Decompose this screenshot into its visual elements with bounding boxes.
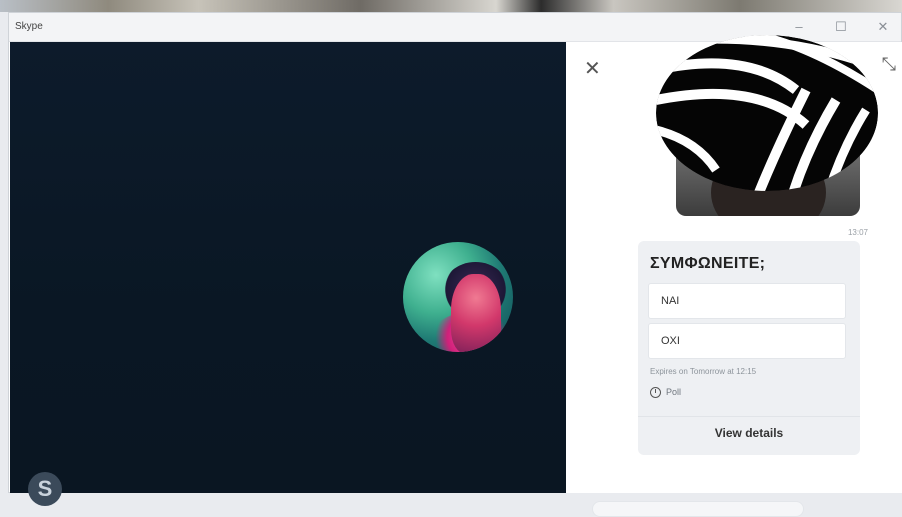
poll-divider — [638, 416, 860, 417]
poll-question: ΣΥΜΦΩΝΕΙΤΕ; — [650, 255, 766, 272]
caller-avatar — [403, 242, 513, 352]
poll-card: ΣΥΜΦΩΝΕΙΤΕ; NAI OXI Expires on Tomorrow … — [638, 241, 860, 455]
message-timestamp: 13:07 — [847, 228, 868, 237]
chat-side-panel: ✕ ⤡ 13:07 ΣΥΜΦΩΝΕΙΤΕ; NAI OXI Expires on… — [566, 35, 902, 517]
poll-option-yes[interactable]: NAI — [648, 283, 846, 319]
poll-option-no[interactable]: OXI — [648, 323, 846, 359]
compose-area[interactable] — [592, 501, 804, 517]
poll-expiry: Expires on Tomorrow at 12:15 — [650, 367, 757, 376]
view-details-button[interactable]: View details — [638, 426, 860, 440]
close-panel-button[interactable]: ✕ — [584, 56, 601, 81]
call-video-area: S — [10, 42, 566, 506]
skype-logo-icon: S — [28, 472, 62, 506]
poll-status-label: Poll — [666, 387, 682, 397]
volleyball-sticker — [656, 35, 878, 191]
desktop-background — [0, 0, 902, 12]
poll-status: Poll — [650, 387, 682, 399]
clock-icon — [650, 387, 661, 399]
avatar-face — [451, 274, 501, 352]
skype-window: Skype – ☐ ✕ S ✕ ⤡ 13:07 ΣΥΜΦΩΝΕΙΤΕ; NAI … — [8, 12, 902, 517]
expand-icon[interactable]: ⤡ — [882, 54, 896, 75]
app-title: Skype — [15, 21, 43, 32]
